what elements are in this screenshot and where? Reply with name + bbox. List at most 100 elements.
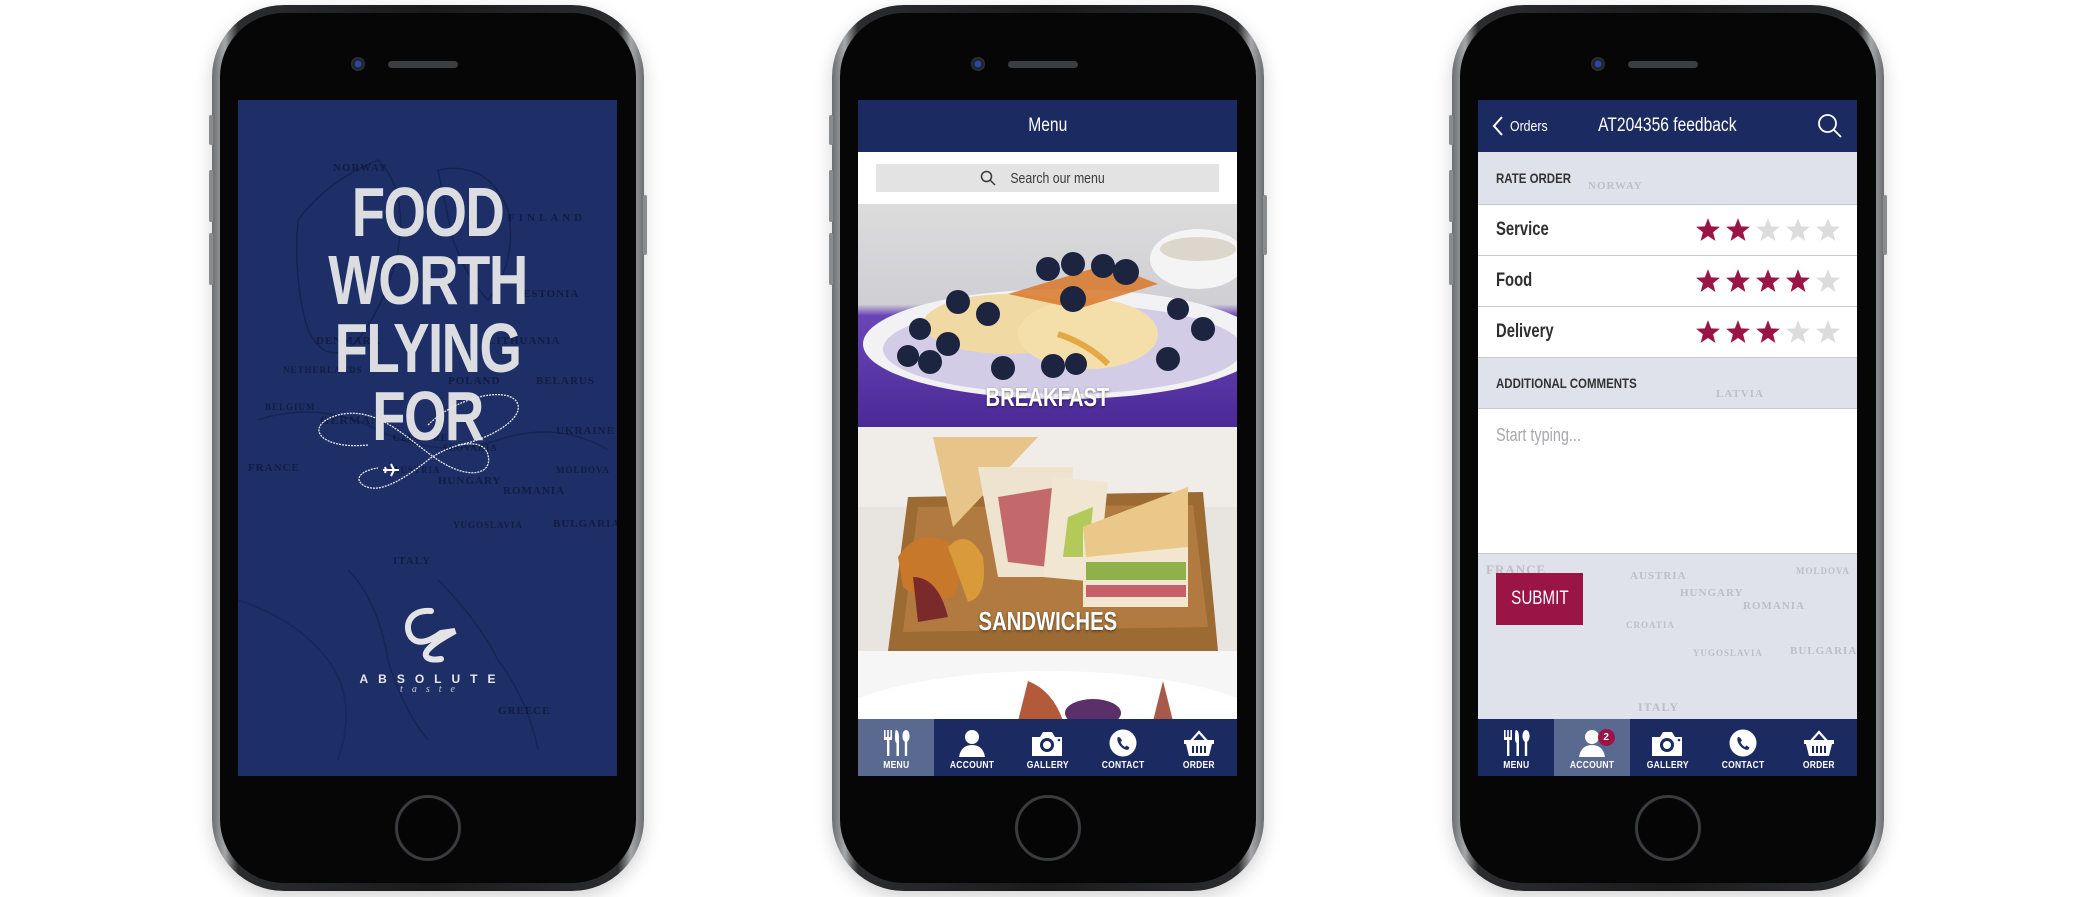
star-empty-icon[interactable] bbox=[1785, 319, 1811, 345]
tab-contact[interactable]: CONTACT bbox=[1705, 719, 1781, 776]
headline-line: FLYING bbox=[334, 309, 522, 387]
additional-comments-heading: ADDITIONAL COMMENTS bbox=[1496, 375, 1637, 391]
absolute-taste-logo: ABSOLUTE taste bbox=[238, 605, 617, 695]
tab-contact[interactable]: CONTACT bbox=[1085, 719, 1161, 776]
category-label: BREAKFAST bbox=[985, 382, 1110, 412]
map-label: MOLDOVA bbox=[1796, 566, 1850, 576]
tab-label: MENU bbox=[882, 760, 909, 771]
star-filled-icon[interactable] bbox=[1755, 268, 1781, 294]
map-label: CROATIA bbox=[1626, 620, 1675, 630]
star-rating[interactable] bbox=[1695, 268, 1841, 294]
tab-label: ACCOUNT bbox=[949, 760, 994, 771]
submit-button[interactable]: SUBMIT bbox=[1496, 573, 1583, 625]
tab-account[interactable]: ACCOUNT bbox=[934, 719, 1010, 776]
star-empty-icon[interactable] bbox=[1815, 268, 1841, 294]
tab-label: GALLERY bbox=[1026, 760, 1069, 771]
category-next-partial[interactable] bbox=[858, 651, 1237, 721]
volume-down-button bbox=[209, 233, 213, 285]
tab-gallery[interactable]: GALLERY bbox=[1010, 719, 1086, 776]
volume-down-button bbox=[1449, 233, 1453, 285]
front-camera bbox=[971, 57, 985, 71]
comments-placeholder: Start typing... bbox=[1496, 425, 1581, 445]
category-label: SANDWICHES bbox=[978, 606, 1117, 636]
map-label: HUNGARY bbox=[1680, 587, 1744, 599]
tab-order[interactable]: ORDER bbox=[1781, 719, 1857, 776]
home-button[interactable] bbox=[1015, 795, 1081, 861]
star-empty-icon[interactable] bbox=[1815, 319, 1841, 345]
volume-up-button bbox=[1449, 170, 1453, 222]
map-label: AUSTRIA bbox=[1630, 570, 1687, 582]
cutlery-icon bbox=[883, 730, 910, 756]
tab-menu[interactable]: MENU bbox=[1478, 719, 1554, 776]
star-filled-icon[interactable] bbox=[1725, 217, 1751, 243]
home-button[interactable] bbox=[1635, 795, 1701, 861]
rate-order-heading: RATE ORDER bbox=[1496, 170, 1572, 186]
headline-line: FOOD bbox=[351, 173, 505, 251]
tab-account[interactable]: 2 ACCOUNT bbox=[1553, 719, 1630, 776]
star-empty-icon[interactable] bbox=[1755, 217, 1781, 243]
cutlery-icon bbox=[1503, 730, 1530, 756]
map-label: FRANCE bbox=[248, 462, 300, 474]
nav-header: Menu bbox=[858, 100, 1237, 152]
power-button bbox=[1883, 195, 1887, 255]
flight-path-icon bbox=[318, 393, 519, 489]
star-filled-icon[interactable] bbox=[1725, 319, 1751, 345]
home-button[interactable] bbox=[395, 795, 461, 861]
mute-switch bbox=[1449, 115, 1453, 145]
star-filled-icon[interactable] bbox=[1695, 217, 1721, 243]
tab-order[interactable]: ORDER bbox=[1161, 719, 1237, 776]
menu-search-input[interactable]: Search our menu bbox=[876, 164, 1219, 192]
rating-row-food: Food bbox=[1478, 255, 1857, 306]
rating-label: Food bbox=[1496, 270, 1533, 291]
star-empty-icon[interactable] bbox=[1785, 217, 1811, 243]
phone-mockup-splash: NORWAY FINLAND ESTONIA LITHUANIA DENMARK… bbox=[209, 5, 647, 891]
category-breakfast[interactable]: BREAKFAST bbox=[858, 204, 1237, 427]
map-label: MOLDOVA bbox=[556, 465, 610, 475]
page-title: AT204356 feedback bbox=[1598, 115, 1737, 136]
map-label: ITALY bbox=[1638, 700, 1680, 714]
volume-up-button bbox=[209, 170, 213, 222]
star-empty-icon[interactable] bbox=[1815, 217, 1841, 243]
tab-label: CONTACT bbox=[1101, 760, 1145, 771]
tab-menu[interactable]: MENU bbox=[858, 719, 934, 776]
dessert-photo bbox=[858, 671, 1237, 721]
earpiece-speaker bbox=[1008, 61, 1078, 68]
phone-icon bbox=[1109, 729, 1137, 757]
map-label: YUGOSLAVIA bbox=[1693, 648, 1763, 658]
headline-line: WORTH bbox=[328, 241, 528, 319]
tab-gallery[interactable]: GALLERY bbox=[1630, 719, 1706, 776]
user-icon bbox=[958, 730, 985, 757]
search-icon[interactable] bbox=[1817, 113, 1843, 139]
front-camera bbox=[1591, 57, 1605, 71]
star-filled-icon[interactable] bbox=[1755, 319, 1781, 345]
star-filled-icon[interactable] bbox=[1785, 268, 1811, 294]
bottom-tab-bar: MENU 2 ACCOUNT GALLERY CONTACT ORDER bbox=[1478, 719, 1857, 776]
category-sandwiches[interactable]: SANDWICHES bbox=[858, 427, 1237, 651]
map-label: YUGOSLAVIA bbox=[453, 520, 523, 530]
splash-screen: NORWAY FINLAND ESTONIA LITHUANIA DENMARK… bbox=[238, 100, 617, 776]
page-title: Menu bbox=[1028, 115, 1067, 136]
map-label: ROMANIA bbox=[1743, 600, 1805, 612]
star-filled-icon[interactable] bbox=[1725, 268, 1751, 294]
menu-screen: Menu Search our menu BREAKFAST SANDWICHE… bbox=[858, 100, 1237, 776]
star-rating[interactable] bbox=[1695, 319, 1841, 345]
basket-icon bbox=[1184, 730, 1215, 756]
star-rating[interactable] bbox=[1695, 217, 1841, 243]
star-filled-icon[interactable] bbox=[1695, 319, 1721, 345]
star-filled-icon[interactable] bbox=[1695, 268, 1721, 294]
mute-switch bbox=[829, 115, 833, 145]
search-placeholder: Search our menu bbox=[1010, 169, 1105, 187]
feedback-screen: NORWAY LATVIA FRANCE AUSTRIA HUNGARY ROM… bbox=[1478, 100, 1857, 776]
power-button bbox=[643, 195, 647, 255]
search-icon bbox=[980, 170, 996, 186]
mute-switch bbox=[209, 115, 213, 145]
back-button[interactable]: Orders bbox=[1492, 100, 1556, 152]
tab-label: MENU bbox=[1502, 760, 1529, 771]
tab-label: ORDER bbox=[1183, 760, 1216, 771]
camera-icon bbox=[1032, 732, 1063, 756]
nav-header: Orders AT204356 feedback bbox=[1478, 100, 1857, 152]
basket-icon bbox=[1804, 730, 1835, 756]
notification-badge: 2 bbox=[1597, 729, 1615, 746]
comments-textarea[interactable]: Start typing... bbox=[1478, 408, 1857, 554]
bottom-tab-bar: MENU ACCOUNT GALLERY CONTACT ORDER bbox=[858, 719, 1237, 776]
